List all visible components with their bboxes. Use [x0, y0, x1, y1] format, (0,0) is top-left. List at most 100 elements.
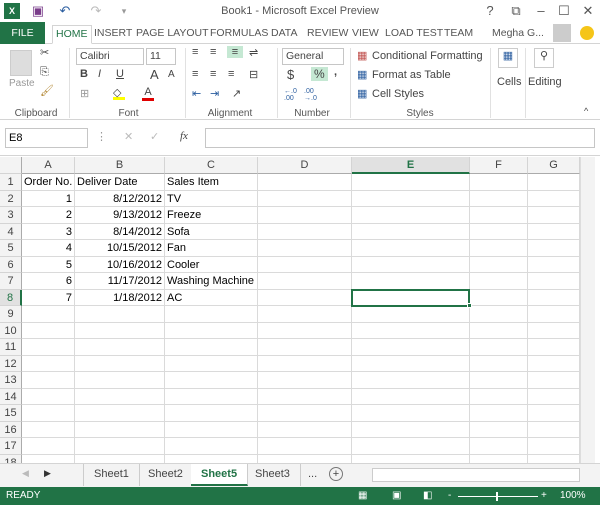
- column-header-E[interactable]: E: [352, 157, 470, 174]
- cell-E9[interactable]: [352, 306, 470, 323]
- cell-E5[interactable]: [352, 240, 470, 257]
- cell-D13[interactable]: [258, 372, 352, 389]
- cell-B1[interactable]: Deliver Date: [75, 174, 165, 191]
- zoom-out-button[interactable]: -: [448, 487, 451, 505]
- cell-E11[interactable]: [352, 339, 470, 356]
- tab-formulas[interactable]: FORMULAS: [207, 25, 271, 44]
- cell-D12[interactable]: [258, 355, 352, 372]
- row-header-14[interactable]: 14: [0, 388, 22, 405]
- cell-B4[interactable]: 8/14/2012: [75, 223, 165, 240]
- cell-E15[interactable]: [352, 405, 470, 422]
- cell-F7[interactable]: [470, 273, 528, 290]
- sheet-tab-sheet2[interactable]: Sheet2: [138, 464, 194, 486]
- cell-C6[interactable]: Cooler: [165, 256, 258, 273]
- cell-G10[interactable]: [528, 322, 580, 339]
- align-left-icon[interactable]: ≡: [192, 68, 198, 80]
- select-all-corner[interactable]: [0, 157, 22, 174]
- tab-team[interactable]: TEAM: [441, 25, 476, 44]
- cell-C13[interactable]: [165, 372, 258, 389]
- cell-B11[interactable]: [75, 339, 165, 356]
- cell-C10[interactable]: [165, 322, 258, 339]
- cell-D16[interactable]: [258, 421, 352, 438]
- number-format-select[interactable]: General: [282, 48, 344, 65]
- cell-B6[interactable]: 10/16/2012: [75, 256, 165, 273]
- conditional-formatting-button[interactable]: Conditional Formatting: [372, 50, 483, 62]
- italic-button[interactable]: I: [98, 68, 101, 80]
- cell-E7[interactable]: [352, 273, 470, 290]
- cell-A6[interactable]: 5: [22, 256, 75, 273]
- paste-button[interactable]: Paste: [9, 78, 35, 89]
- cell-E6[interactable]: [352, 256, 470, 273]
- row-header-2[interactable]: 2: [0, 190, 22, 207]
- cell-F13[interactable]: [470, 372, 528, 389]
- row-header-4[interactable]: 4: [0, 223, 22, 240]
- copy-icon[interactable]: ⎘: [40, 66, 49, 79]
- cell-F12[interactable]: [470, 355, 528, 372]
- cell-F1[interactable]: [470, 174, 528, 191]
- cell-F6[interactable]: [470, 256, 528, 273]
- scroll-sheets-right-icon[interactable]: ▶: [44, 468, 51, 479]
- cell-C7[interactable]: Washing Machine: [165, 273, 258, 290]
- column-header-F[interactable]: F: [470, 157, 528, 174]
- cell-C4[interactable]: Sofa: [165, 223, 258, 240]
- cell-G12[interactable]: [528, 355, 580, 372]
- page-break-view-icon[interactable]: ◧: [423, 487, 432, 505]
- decrease-decimal-button[interactable]: .00 →.0: [304, 88, 318, 102]
- percent-button[interactable]: %: [311, 67, 328, 81]
- row-header-16[interactable]: 16: [0, 421, 22, 438]
- cell-B14[interactable]: [75, 388, 165, 405]
- align-middle-icon[interactable]: ≡: [210, 46, 216, 58]
- cell-D1[interactable]: [258, 174, 352, 191]
- cell-E14[interactable]: [352, 388, 470, 405]
- cell-F11[interactable]: [470, 339, 528, 356]
- scroll-sheets-left-icon[interactable]: ◀: [22, 468, 29, 479]
- cell-A17[interactable]: [22, 438, 75, 455]
- cell-E3[interactable]: [352, 207, 470, 224]
- cell-G14[interactable]: [528, 388, 580, 405]
- confirm-entry-icon[interactable]: ✓: [150, 130, 159, 143]
- cell-C9[interactable]: [165, 306, 258, 323]
- page-layout-view-icon[interactable]: ▣: [392, 487, 401, 505]
- cell-A12[interactable]: [22, 355, 75, 372]
- tab-insert[interactable]: INSERT: [91, 25, 135, 44]
- cell-G17[interactable]: [528, 438, 580, 455]
- formula-input[interactable]: [205, 128, 595, 148]
- font-name-select[interactable]: Calibri: [76, 48, 144, 65]
- row-header-5[interactable]: 5: [0, 240, 22, 257]
- row-header-9[interactable]: 9: [0, 306, 22, 323]
- column-header-A[interactable]: A: [22, 157, 75, 174]
- zoom-level[interactable]: 100%: [560, 487, 586, 505]
- format-painter-icon[interactable]: 🖌: [40, 84, 54, 97]
- row-header-11[interactable]: 11: [0, 339, 22, 356]
- editing-button[interactable]: Editing: [528, 76, 562, 88]
- cell-B12[interactable]: [75, 355, 165, 372]
- horizontal-scrollbar[interactable]: [372, 468, 580, 482]
- column-header-C[interactable]: C: [165, 157, 258, 174]
- cell-A7[interactable]: 6: [22, 273, 75, 290]
- tab-load-test[interactable]: LOAD TEST: [382, 25, 446, 44]
- cell-A16[interactable]: [22, 421, 75, 438]
- underline-button[interactable]: U: [116, 68, 124, 80]
- cell-A3[interactable]: 2: [22, 207, 75, 224]
- cell-B13[interactable]: [75, 372, 165, 389]
- cell-D5[interactable]: [258, 240, 352, 257]
- cell-A2[interactable]: 1: [22, 190, 75, 207]
- align-right-icon[interactable]: ≡: [228, 68, 234, 80]
- tab-file[interactable]: FILE: [0, 22, 45, 44]
- row-header-7[interactable]: 7: [0, 273, 22, 290]
- new-sheet-button[interactable]: +: [329, 467, 343, 481]
- cell-D9[interactable]: [258, 306, 352, 323]
- cell-G6[interactable]: [528, 256, 580, 273]
- row-header-15[interactable]: 15: [0, 405, 22, 422]
- paste-icon[interactable]: [10, 50, 32, 76]
- cell-C11[interactable]: [165, 339, 258, 356]
- cell-D15[interactable]: [258, 405, 352, 422]
- cell-F14[interactable]: [470, 388, 528, 405]
- cell-G5[interactable]: [528, 240, 580, 257]
- cell-F5[interactable]: [470, 240, 528, 257]
- cell-C3[interactable]: Freeze: [165, 207, 258, 224]
- cell-E17[interactable]: [352, 438, 470, 455]
- cell-G15[interactable]: [528, 405, 580, 422]
- orientation-icon[interactable]: ↗: [232, 87, 241, 100]
- cell-A14[interactable]: [22, 388, 75, 405]
